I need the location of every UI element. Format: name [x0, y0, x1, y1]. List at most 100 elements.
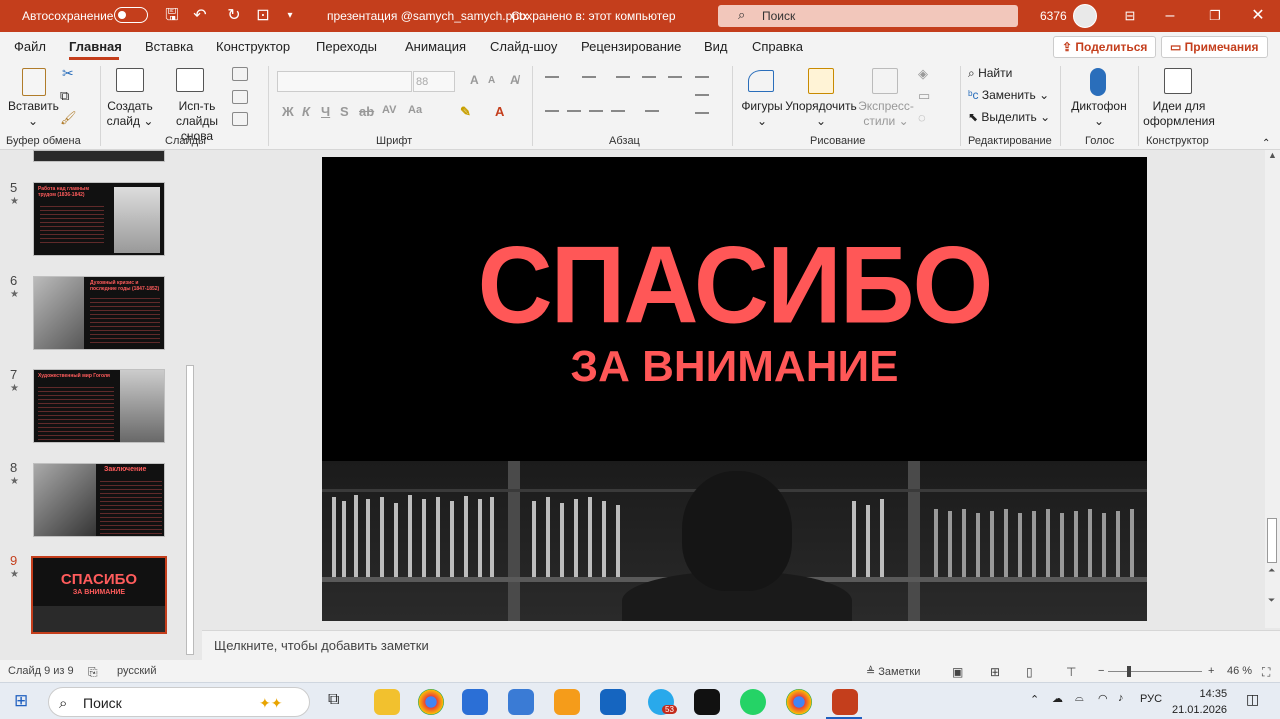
clock[interactable]: 14:35 21.01.2026 [1172, 686, 1227, 718]
chrome-profile-icon[interactable] [786, 689, 812, 715]
align-left-icon[interactable] [545, 110, 559, 112]
notes-pane[interactable]: Щелкните, чтобы добавить заметки [202, 630, 1280, 660]
whatsapp-icon[interactable] [740, 689, 766, 715]
zoom-out-icon[interactable]: − [1098, 665, 1104, 677]
tab-help[interactable]: Справка [752, 39, 803, 54]
slide-thumbnail-9[interactable]: СПАСИБО ЗА ВНИМАНИЕ [31, 556, 167, 634]
slide-thumbnail-7[interactable]: Художественный мир Гоголя [33, 369, 165, 443]
next-slide-icon[interactable]: ⏷ [1268, 595, 1275, 606]
prev-slide-icon[interactable]: ⏶ [1268, 565, 1275, 576]
designer-button[interactable]: Идеи для оформления [1142, 99, 1216, 129]
python-icon[interactable] [508, 689, 534, 715]
new-slide-button[interactable]: Создать слайд ⌄ [104, 99, 156, 129]
thumbnail-scrollbar[interactable] [186, 365, 194, 655]
save-status[interactable]: Сохранено в: этот компьютер [511, 9, 676, 23]
notifications-icon[interactable]: ◫ [1246, 691, 1259, 708]
zoom-in-icon[interactable]: + [1208, 665, 1214, 677]
dictate-button[interactable]: Диктофон ⌄ [1068, 99, 1130, 129]
reading-view-icon[interactable]: ▯ [1026, 665, 1033, 679]
comments-button[interactable]: ▭ Примечания [1161, 36, 1268, 58]
zoom-level[interactable]: 46 % [1227, 665, 1252, 677]
fit-slide-icon[interactable]: ⛶ [1262, 665, 1270, 680]
italic-icon[interactable]: К [302, 104, 310, 119]
tab-design[interactable]: Конструктор [216, 39, 290, 54]
volume-icon[interactable]: ♪ [1118, 692, 1124, 704]
file-explorer-icon[interactable] [374, 689, 400, 715]
library-photo[interactable] [322, 461, 1147, 621]
bullets-icon[interactable] [545, 76, 559, 78]
sublime-icon[interactable] [554, 689, 580, 715]
current-slide[interactable]: СПАСИБО ЗА ВНИМАНИЕ [322, 157, 1147, 621]
reset-icon[interactable] [232, 90, 248, 104]
slide-thumbnail-6[interactable]: Духовный кризис и последние годы (1847-1… [33, 276, 165, 350]
slide-sorter-icon[interactable]: ⊞ [990, 665, 1000, 679]
cut-icon[interactable]: ✂ [62, 66, 74, 81]
normal-view-icon[interactable]: ▣ [952, 665, 963, 679]
present-icon[interactable]: ⊡ [253, 6, 273, 26]
ribbon-display-icon[interactable]: ⊟ [1120, 6, 1140, 26]
outlook-icon[interactable] [600, 689, 626, 715]
align-right-icon[interactable] [589, 110, 603, 112]
search-box[interactable]: ⌕ Поиск [718, 5, 1018, 27]
tray-chevron-icon[interactable]: ⌃ [1030, 693, 1039, 706]
slide-thumbnail-8[interactable]: Заключение [33, 463, 165, 537]
avatar[interactable] [1073, 4, 1097, 28]
tab-view[interactable]: Вид [704, 39, 728, 54]
store-icon[interactable] [462, 689, 488, 715]
find-button[interactable]: ⌕ Найти [968, 66, 1012, 81]
tab-file[interactable]: Файл [14, 39, 46, 54]
zoom-slider-thumb[interactable] [1127, 666, 1131, 677]
shapes-button[interactable]: Фигуры ⌄ [738, 99, 786, 129]
replace-button[interactable]: ᵇc Заменить ⌄ [968, 88, 1049, 103]
columns-icon[interactable] [645, 110, 659, 112]
align-center-icon[interactable] [567, 110, 581, 112]
paste-button[interactable]: Вставить ⌄ [8, 99, 59, 129]
language-status[interactable]: русский [117, 665, 156, 677]
font-color-icon[interactable]: A [495, 104, 504, 119]
notion-icon[interactable] [694, 689, 720, 715]
decrease-indent-icon[interactable] [616, 76, 630, 78]
spacing-icon[interactable]: AV [382, 104, 396, 116]
underline-icon[interactable]: Ч [321, 104, 330, 119]
arrange-button[interactable]: Упорядочить ⌄ [784, 99, 858, 129]
bold-icon[interactable]: Ж [282, 104, 294, 119]
layout-icon[interactable] [232, 67, 248, 81]
justify-icon[interactable] [611, 110, 625, 112]
maximize-icon[interactable]: ❐ [1205, 6, 1225, 26]
undo-icon[interactable]: ↶ [190, 6, 210, 26]
text-direction-icon[interactable] [695, 76, 709, 78]
section-icon[interactable] [232, 112, 248, 126]
highlight-icon[interactable]: ✎ [460, 104, 471, 120]
quick-styles-button[interactable]: Экспресс-стили ⌄ [856, 99, 916, 129]
copy-icon[interactable]: ⧉ [60, 88, 69, 103]
chrome-icon[interactable] [418, 689, 444, 715]
tab-transitions[interactable]: Переходы [316, 39, 377, 54]
taskbar-search[interactable]: ⌕ Поиск ✦✦ [48, 687, 310, 717]
effects-icon[interactable]: ◌ [918, 110, 926, 125]
minimize-icon[interactable]: – [1160, 6, 1180, 26]
shrink-font-icon[interactable]: A [488, 75, 495, 86]
slide-thumbnail-5[interactable]: Работа над главным трудом (1836-1842) [33, 182, 165, 256]
outline-icon[interactable]: ▭ [918, 88, 930, 103]
slide-title[interactable]: СПАСИБО [322, 224, 1147, 349]
numbering-icon[interactable] [582, 76, 596, 78]
tab-slideshow[interactable]: Слайд-шоу [490, 39, 557, 54]
slide-subtitle[interactable]: ЗА ВНИМАНИЕ [322, 342, 1147, 392]
powerpoint-icon[interactable] [832, 689, 858, 715]
clear-format-icon[interactable]: A̸ [510, 73, 519, 87]
tab-animations[interactable]: Анимация [405, 39, 466, 54]
format-painter-icon[interactable]: 🖌 [60, 110, 77, 125]
font-name-box[interactable] [277, 71, 412, 92]
windows-start-icon[interactable]: ⊞ [14, 691, 28, 711]
tab-insert[interactable]: Вставка [145, 39, 193, 54]
input-language[interactable]: РУС [1140, 693, 1162, 705]
slideshow-icon[interactable]: ⊤ [1066, 665, 1076, 679]
customize-icon[interactable]: ▾ [280, 6, 300, 26]
grow-font-icon[interactable]: A [470, 73, 479, 87]
fill-icon[interactable]: ◈ [918, 66, 928, 81]
save-icon[interactable]: 🖫 [162, 6, 182, 26]
increase-indent-icon[interactable] [642, 76, 656, 78]
smartart-icon[interactable] [695, 112, 709, 114]
headset-icon[interactable]: ⌓ [1075, 692, 1084, 705]
shadow-icon[interactable]: S [340, 104, 349, 119]
